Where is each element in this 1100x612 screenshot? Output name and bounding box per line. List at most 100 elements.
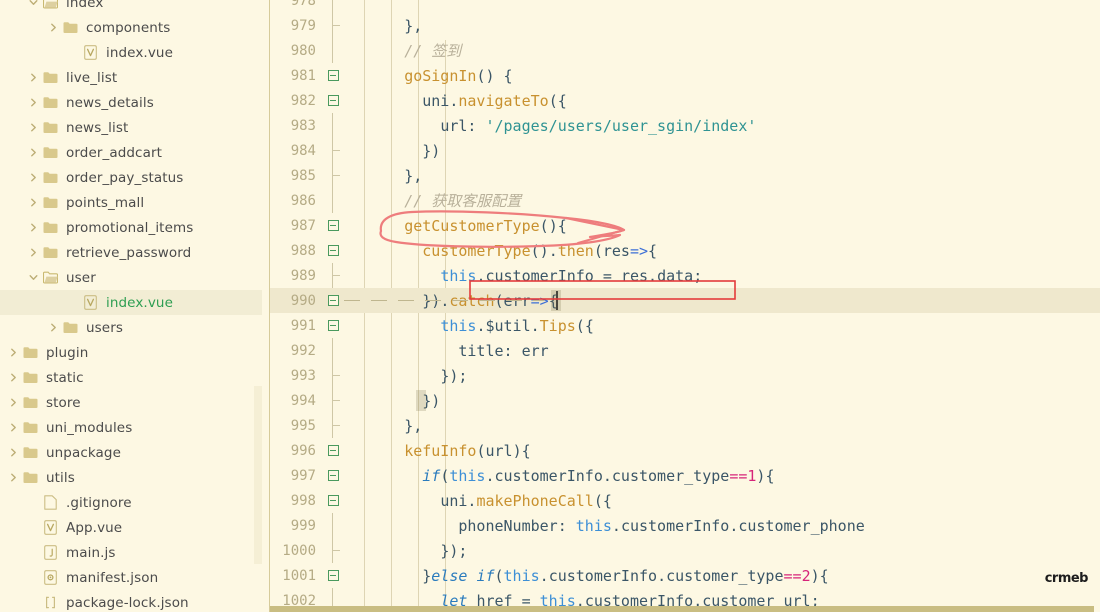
chevron-right-icon[interactable] (26, 165, 40, 190)
chevron-down-icon[interactable] (26, 265, 40, 290)
sidebar-scrollbar-thumb[interactable] (254, 386, 262, 564)
code-text: }, (404, 416, 423, 435)
chevron-right-icon[interactable] (26, 115, 40, 140)
code-line[interactable]: 979 }, (270, 13, 1100, 38)
chevron-right-icon[interactable] (26, 240, 40, 265)
tree-item-points-mall[interactable]: points_mall (0, 190, 262, 215)
chevron-right-icon[interactable] (26, 90, 40, 115)
tree-item-retrieve-password[interactable]: retrieve_password (0, 240, 262, 265)
line-number: 997 (290, 467, 316, 484)
fold-toggle-icon[interactable] (322, 463, 344, 488)
fold-toggle-icon[interactable] (322, 563, 344, 588)
fold-toggle-icon[interactable] (322, 288, 344, 313)
code-line[interactable]: 995 }, (270, 413, 1100, 438)
code-line[interactable]: 987 getCustomerType(){ (270, 213, 1100, 238)
chevron-right-icon[interactable] (26, 215, 40, 240)
tree-item-news-details[interactable]: news_details (0, 90, 262, 115)
code-line[interactable]: 989 this.customerInfo = res.data; (270, 263, 1100, 288)
chevron-right-icon[interactable] (6, 365, 20, 390)
tree-item-components[interactable]: components (0, 15, 262, 40)
code-line[interactable]: 986 // 获取客服配置 (270, 188, 1100, 213)
code-line[interactable]: 1001 }else if(this.customerInfo.customer… (270, 563, 1100, 588)
code-line[interactable]: 996 kefuInfo(url){ (270, 438, 1100, 463)
tree-item-unpackage[interactable]: unpackage (0, 440, 262, 465)
code-line[interactable]: 981 goSignIn() { (270, 63, 1100, 88)
code-line[interactable]: 983 url: '/pages/users/user_sgin/index' (270, 113, 1100, 138)
tree-item-promotional-items[interactable]: promotional_items (0, 215, 262, 240)
fold-toggle-icon[interactable] (322, 438, 344, 463)
tree-item-order-pay-status[interactable]: order_pay_status (0, 165, 262, 190)
code-line[interactable]: 980 // 签到 (270, 38, 1100, 63)
tree-item-news-list[interactable]: news_list (0, 115, 262, 140)
tree-item-label: promotional_items (66, 219, 194, 236)
code-line[interactable]: 994 }) (270, 388, 1100, 413)
tree-item-plugin[interactable]: plugin (0, 340, 262, 365)
chevron-right-icon[interactable] (46, 15, 60, 40)
chevron-right-icon[interactable] (26, 65, 40, 90)
tree-item-label: news_details (66, 94, 154, 111)
tree-item--gitignore[interactable]: .gitignore (0, 490, 262, 515)
tree-item-main-js[interactable]: main.js (0, 540, 262, 565)
code-editor[interactable]: 978 979 }, 980 // 签到 981 goSignIn() {982 un… (270, 0, 1100, 612)
line-number: 991 (290, 317, 316, 334)
code-lines[interactable]: 978 979 }, 980 // 签到 981 goSignIn() {982 un… (270, 0, 1100, 612)
tree-item-app-vue[interactable]: App.vue (0, 515, 262, 540)
editor-hscrollbar-track[interactable] (270, 606, 1095, 612)
folder-icon (60, 15, 80, 40)
chevron-right-icon[interactable] (6, 465, 20, 490)
tree-item-label: order_pay_status (66, 169, 184, 186)
code-line[interactable]: 991 this.$util.Tips({ (270, 313, 1100, 338)
line-number: 985 (290, 167, 316, 184)
gutter-guide (322, 388, 344, 413)
fold-toggle-icon[interactable] (322, 213, 344, 238)
code-line[interactable]: 998 uni.makePhoneCall({ (270, 488, 1100, 513)
code-line[interactable]: 997 if(this.customerInfo.customer_type==… (270, 463, 1100, 488)
chevron-down-icon[interactable] (26, 0, 40, 15)
code-line[interactable]: 982 uni.navigateTo({ (270, 88, 1100, 113)
fold-toggle-icon[interactable] (322, 63, 344, 88)
chevron-right-icon[interactable] (6, 415, 20, 440)
tree-item-users[interactable]: users (0, 315, 262, 340)
file-tree[interactable]: index components index.vue live_list news_de… (0, 0, 262, 612)
tree-item-store[interactable]: store (0, 390, 262, 415)
tree-item-label: utils (46, 469, 75, 486)
tree-item-label: manifest.json (66, 569, 159, 586)
code-line[interactable]: 978 (270, 0, 1100, 13)
code-line[interactable]: 988 customerType().then(res=>{ (270, 238, 1100, 263)
current-line-indent-marks (344, 300, 544, 301)
code-line[interactable]: 993 }); (270, 363, 1100, 388)
tree-item-live-list[interactable]: live_list (0, 65, 262, 90)
fold-toggle-icon[interactable] (322, 488, 344, 513)
chevron-right-icon[interactable] (6, 440, 20, 465)
chevron-right-icon[interactable] (26, 190, 40, 215)
tree-item-index-vue[interactable]: index.vue (0, 290, 262, 315)
code-line[interactable]: 999 phoneNumber: this.customerInfo.custo… (270, 513, 1100, 538)
tree-item-index[interactable]: index (0, 0, 262, 15)
file-explorer-sidebar[interactable]: index components index.vue live_list news_de… (0, 0, 270, 612)
code-line[interactable]: 984 }) (270, 138, 1100, 163)
tree-item-uni-modules[interactable]: uni_modules (0, 415, 262, 440)
code-line[interactable]: 985 }, (270, 163, 1100, 188)
fold-toggle-icon[interactable] (322, 313, 344, 338)
code-line[interactable]: 1000 }); (270, 538, 1100, 563)
tree-item-order-addcart[interactable]: order_addcart (0, 140, 262, 165)
code-line[interactable]: 992 title: err (270, 338, 1100, 363)
editor-hscrollbar-thumb[interactable] (270, 606, 1094, 612)
folder-icon (40, 90, 60, 115)
chevron-right-icon[interactable] (46, 315, 60, 340)
chevron-right-icon[interactable] (6, 340, 20, 365)
tree-item-user[interactable]: user (0, 265, 262, 290)
gutter-guide (322, 263, 344, 288)
tree-item-label: uni_modules (46, 419, 133, 436)
fold-toggle-icon[interactable] (322, 238, 344, 263)
fold-toggle-icon[interactable] (322, 88, 344, 113)
tree-item-utils[interactable]: utils (0, 465, 262, 490)
tree-item-static[interactable]: static (0, 365, 262, 390)
code-line[interactable]: 990 }).catch(err=>{ (270, 288, 1100, 313)
tree-item-package-lock-json[interactable]: package-lock.json (0, 590, 262, 612)
chevron-right-icon[interactable] (6, 390, 20, 415)
gutter-guide (322, 363, 344, 388)
tree-item-index-vue[interactable]: index.vue (0, 40, 262, 65)
tree-item-manifest-json[interactable]: manifest.json (0, 565, 262, 590)
chevron-right-icon[interactable] (26, 140, 40, 165)
